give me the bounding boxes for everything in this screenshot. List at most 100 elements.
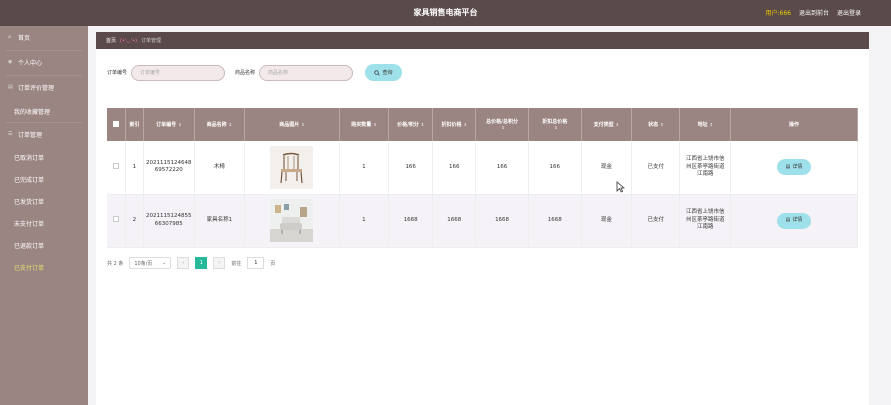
column-header[interactable]: 商品名称 ⇕	[194, 108, 246, 141]
sort-icon[interactable]: ⇕	[616, 122, 619, 127]
topbar-right: 用户:666 退出到前台 退出登录	[765, 8, 861, 17]
row-select-cell[interactable]	[107, 194, 126, 248]
sort-icon[interactable]: ⇕	[421, 122, 424, 127]
sidebar-item-label: 已发货订单	[14, 198, 45, 206]
quantity-cell: 1	[339, 194, 390, 248]
sidebar-item-label: 个人中心	[18, 59, 43, 67]
column-header[interactable]: 价格/积分 ⇕	[388, 108, 434, 141]
order-no-cell: 202111512464869572220	[143, 141, 195, 195]
goods-image[interactable]	[270, 199, 314, 242]
sidebar-item-cancelled-orders[interactable]: 已取消订单	[0, 147, 88, 167]
sort-icon[interactable]: ⇕	[660, 122, 663, 127]
user-icon: ◉	[8, 59, 13, 65]
sidebar-item-completed-orders[interactable]: 已完成订单	[0, 169, 88, 189]
sidebar-item-orders[interactable]: ☰ 订单管理	[0, 123, 88, 145]
current-user: 用户:666	[765, 10, 791, 17]
total-price-cell: 166	[475, 141, 529, 195]
sidebar-item-favorites[interactable]: 我的收藏管理	[0, 101, 88, 121]
query-button[interactable]: 查询	[365, 64, 402, 81]
goods-image-cell	[244, 141, 340, 195]
discount-price-cell: 166	[432, 141, 477, 195]
column-header[interactable]: 总价格/总积分 ⇕	[475, 108, 529, 141]
column-header[interactable]: 折扣价格 ⇕	[432, 108, 477, 141]
pay-type-cell: 现金	[581, 194, 633, 248]
goods-image-cell	[244, 194, 340, 248]
column-header[interactable]: 购买数量 ⇕	[339, 108, 390, 141]
sidebar-item-label: 已取消订单	[14, 154, 45, 162]
order-no-label: 订单编号	[107, 70, 128, 76]
sidebar-item-order-review[interactable]: ▤ 订单评价管理	[0, 76, 88, 98]
sort-icon[interactable]: ⇕	[554, 125, 557, 130]
column-header[interactable]: 支付类型 ⇕	[581, 108, 633, 141]
sidebar-item-label: 已退款订单	[14, 242, 45, 250]
sort-icon[interactable]: ⇕	[229, 122, 232, 127]
armchair-room-image	[270, 199, 314, 242]
select-all-checkbox[interactable]	[112, 120, 119, 127]
sort-icon[interactable]: ⇕	[301, 122, 304, 127]
orders-table: 索引 订单编号 ⇕ 商品名称 ⇕ 商品图片 ⇕ 购买数量 ⇕ 价格/积分 ⇕ 折扣价格 ⇕ …	[107, 108, 858, 248]
table-header: 索引 订单编号 ⇕ 商品名称 ⇕ 商品图片 ⇕ 购买数量 ⇕ 价格/积分 ⇕ 折扣价格 ⇕ …	[107, 108, 858, 141]
quantity-cell: 1	[339, 141, 390, 195]
main-content: 首页 (•'◡'•) 订单管理 订单编号 订单编号 商品名称 商品名称 查询 索…	[96, 32, 869, 405]
row-checkbox[interactable]	[112, 215, 119, 222]
prev-page-button[interactable]: ‹	[177, 257, 190, 269]
column-header[interactable]: 订单编号 ⇕	[143, 108, 195, 141]
sidebar-item-label: 订单评价管理	[18, 84, 55, 92]
price-cell: 166	[388, 141, 434, 195]
column-header[interactable]: 商品图片 ⇕	[244, 108, 340, 141]
goods-image[interactable]	[270, 145, 314, 189]
address-cell: 江西省上饶市信州区茶亭路街道江南路	[679, 194, 732, 248]
pagination: 共 2 条 10条/页 ⌄ ‹ 1 › 前往 1 页	[107, 256, 275, 270]
sort-icon[interactable]: ⇕	[178, 122, 181, 127]
sort-icon[interactable]: ⇕	[710, 122, 713, 127]
sidebar-item-label: 已支付订单	[14, 264, 45, 272]
next-page-button[interactable]: ›	[213, 257, 226, 269]
row-select-cell[interactable]	[107, 141, 126, 195]
list-icon: ☰	[8, 131, 13, 137]
column-header[interactable]: 折扣总价格 ⇕	[528, 108, 582, 141]
select-all-column[interactable]	[107, 108, 126, 141]
detail-button[interactable]: ▤ 详情	[777, 159, 811, 176]
address-cell: 江西省上饶市信州区茶亭路街道江南路	[679, 141, 732, 195]
sidebar-item-label: 未支付订单	[14, 220, 45, 228]
action-cell: ▤ 详情	[730, 194, 858, 248]
page-unit-label: 页	[270, 260, 276, 267]
table-row: 2 202111512485566307985 家具名称1 1 1668 166…	[107, 194, 858, 248]
home-icon: ⌂	[8, 34, 12, 40]
sidebar-item-label: 已完成订单	[14, 176, 45, 184]
column-header[interactable]: 地址 ⇕	[679, 108, 732, 141]
sort-icon[interactable]: ⇕	[373, 122, 376, 127]
status-cell: 已支付	[631, 194, 681, 248]
chevron-right-icon: ›	[218, 260, 221, 266]
goods-name-input[interactable]: 商品名称	[259, 64, 354, 81]
sort-icon[interactable]: ⇕	[501, 125, 504, 130]
mouse-cursor-icon	[616, 181, 625, 193]
sidebar-item-profile[interactable]: ◉ 个人中心	[0, 51, 88, 73]
page-button[interactable]: 1	[195, 257, 208, 269]
page-size-select[interactable]: 10条/页 ⌄	[129, 257, 172, 269]
sidebar-item-home[interactable]: ⌂ 首页	[0, 26, 88, 48]
sidebar-item-shipped-orders[interactable]: 已发货订单	[0, 191, 88, 211]
order-no-input[interactable]: 订单编号	[131, 64, 226, 81]
table-row: 1 202111512464869572220 木椅 1 166 166 166…	[107, 141, 858, 195]
top-bar: 家具销售电商平台 用户:666 退出到前台 退出登录	[0, 0, 891, 26]
sidebar-item-unpaid-orders[interactable]: 未支付订单	[0, 213, 88, 233]
sort-icon[interactable]: ⇕	[464, 122, 467, 127]
column-header: 操作	[730, 108, 858, 141]
detail-button[interactable]: ▤ 详情	[777, 212, 811, 229]
breadcrumb-current: 订单管理	[140, 38, 161, 44]
goto-page-input[interactable]: 1	[247, 257, 265, 269]
sidebar-item-paid-orders[interactable]: 已支付订单	[0, 257, 88, 277]
column-header[interactable]: 状态 ⇕	[631, 108, 681, 141]
goods-name-cell: 家具名称1	[194, 194, 246, 248]
logout-link[interactable]: 退出登录	[837, 8, 861, 17]
row-checkbox[interactable]	[112, 162, 119, 169]
exit-to-frontend-link[interactable]: 退出到前台	[799, 8, 829, 17]
wooden-chair-image	[270, 145, 314, 189]
goods-name-label: 商品名称	[235, 70, 256, 76]
sidebar-item-refunded-orders[interactable]: 已退款订单	[0, 235, 88, 255]
status-cell: 已支付	[631, 141, 681, 195]
detail-icon: ▤	[785, 163, 791, 170]
breadcrumb-home[interactable]: 首页	[106, 37, 116, 44]
action-cell: ▤ 详情	[730, 141, 858, 195]
